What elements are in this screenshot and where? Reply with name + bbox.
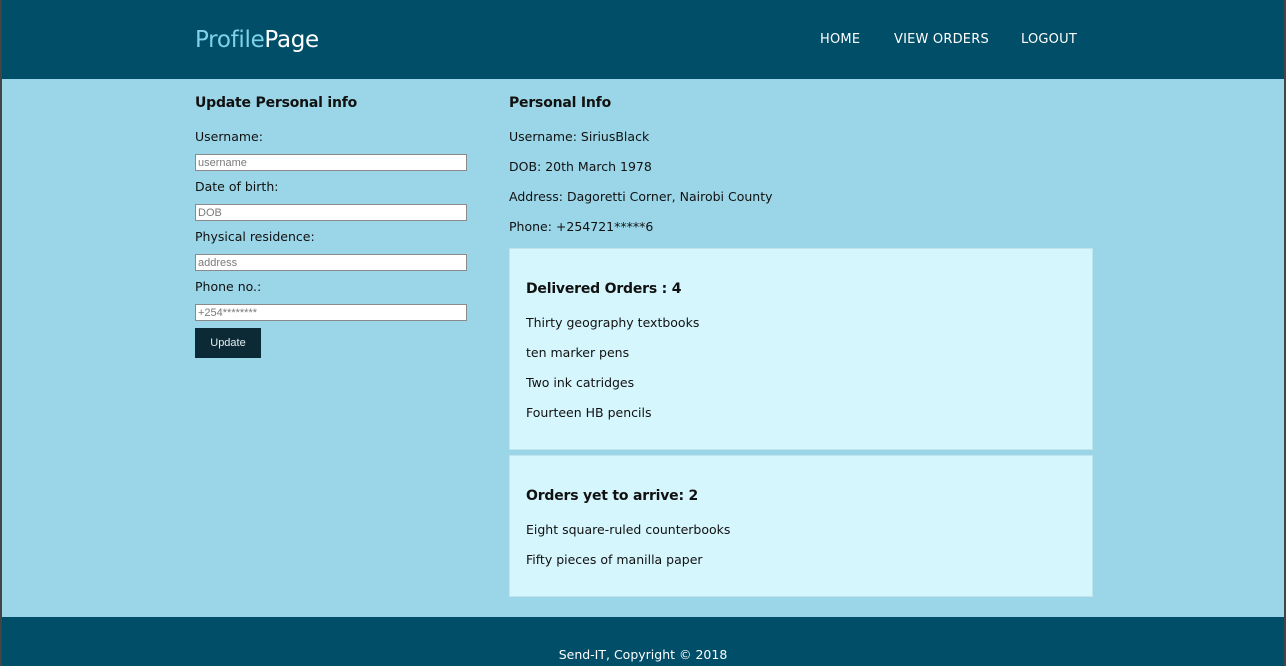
top-navbar: ProfilePage HOME VIEW ORDERS LOGOUT: [2, 0, 1284, 79]
personal-info-section: Personal Info Username: SiriusBlack DOB:…: [509, 95, 1093, 234]
update-button[interactable]: Update: [195, 328, 261, 358]
delivered-orders-title: Delivered Orders : 4: [526, 281, 682, 297]
brand-page-text: Page: [264, 27, 319, 53]
nav-logout-link[interactable]: LOGOUT: [1021, 32, 1077, 48]
pending-orders-title: Orders yet to arrive: 2: [526, 488, 699, 504]
phone-input[interactable]: [195, 304, 467, 321]
list-item: Two ink catridges: [526, 375, 635, 390]
nav-home-link[interactable]: HOME: [820, 32, 860, 48]
list-item: Fourteen HB pencils: [526, 405, 652, 420]
pending-orders-card: Orders yet to arrive: 2 Eight square-rul…: [509, 455, 1093, 597]
update-form: Update Personal info Username: Date of b…: [195, 95, 467, 358]
delivered-orders-card: Delivered Orders : 4 Thirty geography te…: [509, 248, 1093, 450]
nav-view-orders-link[interactable]: VIEW ORDERS: [894, 32, 989, 48]
info-username: Username: SiriusBlack: [509, 129, 650, 144]
list-item: ten marker pens: [526, 345, 630, 360]
personal-info-title: Personal Info: [509, 95, 611, 111]
dob-label: Date of birth:: [195, 179, 279, 194]
copyright-text: Send-IT, Copyright © 2018: [558, 647, 728, 662]
list-item: Eight square-ruled counterbooks: [526, 522, 731, 537]
update-form-title: Update Personal info: [195, 95, 358, 111]
brand-logo[interactable]: ProfilePage: [195, 26, 319, 54]
list-item: Thirty geography textbooks: [526, 315, 700, 330]
info-dob: DOB: 20th March 1978: [509, 159, 652, 174]
username-input[interactable]: [195, 154, 467, 171]
page-frame: ProfilePage HOME VIEW ORDERS LOGOUT Upda…: [2, 0, 1284, 666]
phone-label: Phone no.:: [195, 279, 262, 294]
dob-input[interactable]: [195, 204, 467, 221]
info-address: Address: Dagoretti Corner, Nairobi Count…: [509, 189, 773, 204]
info-phone: Phone: +254721*****6: [509, 219, 654, 234]
username-label: Username:: [195, 129, 263, 144]
residence-input[interactable]: [195, 254, 467, 271]
list-item: Fifty pieces of manilla paper: [526, 552, 703, 567]
page-footer: Send-IT, Copyright © 2018: [2, 617, 1284, 666]
brand-profile-text: Profile: [195, 27, 265, 53]
residence-label: Physical residence:: [195, 229, 315, 244]
